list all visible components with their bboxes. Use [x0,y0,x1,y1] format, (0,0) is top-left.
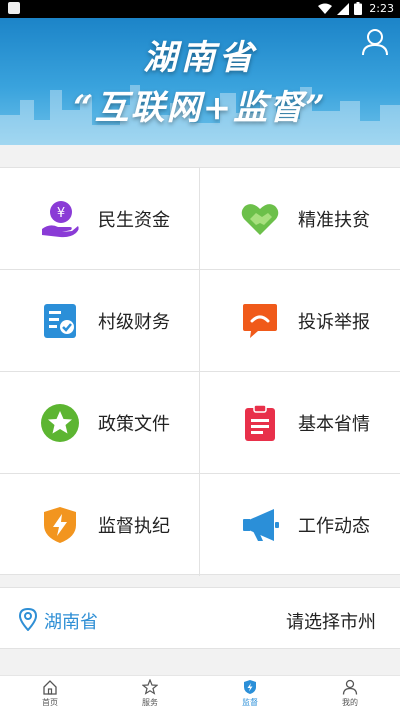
menu-item-label: 工作动态 [298,516,370,537]
home-icon [43,680,57,695]
menu-item-label: 村级财务 [98,312,170,333]
battery-icon [354,2,363,15]
star-icon [142,679,158,695]
menu-item-label: 精准扶贫 [298,210,370,231]
shield-bolt-icon [40,505,80,545]
status-bar: 2:23 [0,0,400,18]
notification-icon [8,2,20,14]
tab-services[interactable]: 服务 [100,676,200,711]
money-hand-icon: ¥ [40,199,80,239]
menu-item-poverty-alleviation[interactable]: 精准扶贫 [200,168,400,270]
complaint-chat-icon [240,301,280,341]
clock: 2:23 [369,2,394,15]
tab-supervision[interactable]: 监督 [200,676,300,711]
star-badge-icon [40,403,80,443]
menu-item-discipline-supervision[interactable]: 监督执纪 [0,474,200,576]
wifi-icon [318,3,333,14]
menu-item-livelihood-funds[interactable]: ¥ 民生资金 [0,168,200,270]
banner-title-line1: 湖南省 [143,38,257,78]
location-pin-icon [18,607,38,631]
banner-title-line2: “互联网+监督” [73,88,327,128]
svg-text:¥: ¥ [57,206,65,221]
menu-item-work-news[interactable]: 工作动态 [200,474,400,576]
menu-item-label: 投诉举报 [298,312,370,333]
status-icons: 2:23 [318,2,394,15]
menu-item-province-info[interactable]: 基本省情 [200,372,400,474]
ledger-check-icon [40,301,80,341]
menu-item-label: 政策文件 [98,414,170,435]
tab-label: 监督 [242,698,258,707]
tab-label: 我的 [342,698,358,707]
menu-item-policy-documents[interactable]: 政策文件 [0,372,200,474]
person-icon [342,679,358,695]
city-selector[interactable]: 请选择市州 [286,608,376,634]
tab-profile[interactable]: 我的 [300,676,400,711]
user-icon [362,29,388,56]
menu-item-village-finance[interactable]: 村级财务 [0,270,200,372]
user-profile-button[interactable] [362,28,388,56]
shield-icon [244,680,256,694]
location-bar: 湖南省 请选择市州 [0,587,400,649]
bottom-nav: 首页 服务 监督 我的 [0,675,400,711]
heart-handshake-icon [240,199,280,239]
tab-home[interactable]: 首页 [0,676,100,711]
menu-grid: ¥ 民生资金 精准扶贫 村级财务 投诉举报 政策文件 基本省情 监督执纪 工作动… [0,167,400,576]
menu-item-label: 基本省情 [298,414,370,435]
current-province: 湖南省 [44,612,98,633]
tab-label: 服务 [142,698,158,707]
menu-item-label: 民生资金 [98,210,170,231]
tab-label: 首页 [42,698,58,707]
menu-item-complaint-report[interactable]: 投诉举报 [200,270,400,372]
banner: 湖南省 “互联网+监督” [0,18,400,145]
megaphone-icon [240,505,280,545]
clipboard-icon [240,403,280,443]
signal-icon [337,2,350,15]
menu-item-label: 监督执纪 [98,516,170,537]
